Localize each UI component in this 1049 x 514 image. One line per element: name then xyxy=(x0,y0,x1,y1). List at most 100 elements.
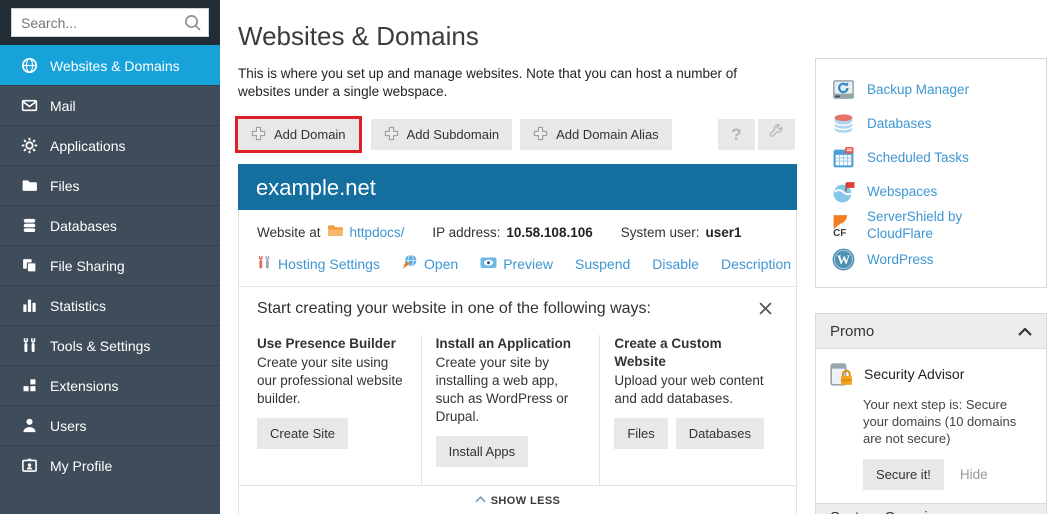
sidebar-item-label: Applications xyxy=(50,138,126,154)
system-overview-title: System Overview xyxy=(830,509,947,514)
create-option-presence-builder: Use Presence Builder Create your site us… xyxy=(257,335,421,485)
quick-links-panel: Backup Manager Databases Scheduled Tasks… xyxy=(815,58,1047,288)
sidebar-item-label: Users xyxy=(50,418,87,434)
show-less-toggle[interactable]: SHOW LESS xyxy=(239,485,796,514)
system-user-label: System user: xyxy=(621,225,700,240)
action-label: Suspend xyxy=(575,256,630,272)
sidebar-item-tools-settings[interactable]: Tools & Settings xyxy=(0,325,220,365)
wordpress-icon: W xyxy=(830,247,856,272)
open-link[interactable]: Open xyxy=(402,254,458,273)
sidebar-item-applications[interactable]: Applications xyxy=(0,125,220,165)
quicklink-databases[interactable]: Databases xyxy=(830,106,1032,140)
page-title: Websites & Domains xyxy=(238,21,797,52)
action-label: Hosting Settings xyxy=(278,256,380,272)
add-domain-button[interactable]: Add Domain xyxy=(238,119,359,150)
option-title: Install an Application xyxy=(436,335,586,353)
sidebar-item-label: Extensions xyxy=(50,378,118,394)
sidebar-item-files[interactable]: Files xyxy=(0,165,220,205)
suspend-link[interactable]: Suspend xyxy=(575,256,630,272)
quicklink-servershield[interactable]: CF ServerShield by CloudFlare xyxy=(830,208,1032,242)
preview-eye-icon xyxy=(480,255,497,273)
security-advisor-text: Your next step is: Secure your domains (… xyxy=(863,396,1034,447)
disable-link[interactable]: Disable xyxy=(652,256,699,272)
globe-icon xyxy=(20,57,38,75)
action-label: Preview xyxy=(503,256,553,272)
sidebar: Websites & Domains Mail Applications Fil… xyxy=(0,0,220,514)
sidebar-item-my-profile[interactable]: My Profile xyxy=(0,445,220,485)
quicklink-wordpress[interactable]: W WordPress xyxy=(830,242,1032,276)
search-input[interactable] xyxy=(12,9,208,36)
quicklink-label: Backup Manager xyxy=(867,81,969,98)
add-domain-alias-button[interactable]: Add Domain Alias xyxy=(520,119,672,150)
sidebar-item-label: Statistics xyxy=(50,298,106,314)
files-button[interactable]: Files xyxy=(614,418,667,449)
quicklink-label: WordPress xyxy=(867,251,934,268)
svg-text:CF: CF xyxy=(833,227,846,237)
search-icon[interactable] xyxy=(184,14,202,37)
system-overview-panel: System Overview xyxy=(815,503,1047,514)
quicklink-scheduled-tasks[interactable]: Scheduled Tasks xyxy=(830,140,1032,174)
action-label: Open xyxy=(424,256,458,272)
hide-link[interactable]: Hide xyxy=(960,467,988,482)
chevron-up-icon[interactable] xyxy=(1018,509,1032,514)
system-user-value: user1 xyxy=(706,225,742,240)
help-button[interactable]: ? xyxy=(718,119,755,150)
quicklink-label: Scheduled Tasks xyxy=(867,149,969,166)
promo-header[interactable]: Promo xyxy=(815,313,1047,349)
folder-icon xyxy=(20,177,38,195)
add-subdomain-button[interactable]: Add Subdomain xyxy=(371,119,513,150)
settings-button[interactable] xyxy=(758,119,795,150)
sidebar-item-users[interactable]: Users xyxy=(0,405,220,445)
sidebar-item-databases[interactable]: Databases xyxy=(0,205,220,245)
toolbar: Add Domain Add Subdomain Add Domain Alia… xyxy=(238,116,797,153)
option-title: Use Presence Builder xyxy=(257,335,407,353)
folder-icon xyxy=(327,223,344,241)
create-option-install-app: Install an Application Create your site … xyxy=(421,335,600,485)
action-label: Description xyxy=(721,256,791,272)
blocks-icon xyxy=(20,377,38,395)
databases-button[interactable]: Databases xyxy=(676,418,764,449)
chevron-up-icon xyxy=(475,495,491,507)
website-at-label: Website at xyxy=(257,225,321,240)
page-description: This is where you set up and manage webs… xyxy=(238,65,760,101)
add-domain-alias-label: Add Domain Alias xyxy=(556,127,659,142)
description-link[interactable]: Description xyxy=(721,256,791,272)
promo-title: Promo xyxy=(830,323,874,340)
sidebar-item-extensions[interactable]: Extensions xyxy=(0,365,220,405)
ip-label: IP address: xyxy=(432,225,500,240)
webspaces-icon xyxy=(830,180,856,203)
sidebar-item-file-sharing[interactable]: File Sharing xyxy=(0,245,220,285)
sidebar-item-label: Mail xyxy=(50,98,76,114)
quicklink-backup-manager[interactable]: Backup Manager xyxy=(830,72,1032,106)
domain-actions-row: Hosting Settings Open Preview Suspend Di… xyxy=(239,245,796,286)
system-overview-header[interactable]: System Overview xyxy=(815,503,1047,514)
sidebar-item-mail[interactable]: Mail xyxy=(0,85,220,125)
close-icon[interactable] xyxy=(755,300,776,322)
share-icon xyxy=(20,257,38,275)
plus-icon xyxy=(533,126,548,144)
chevron-up-icon[interactable] xyxy=(1018,323,1032,340)
secure-it-button[interactable]: Secure it! xyxy=(863,459,944,490)
ip-address: IP address: 10.58.108.106 xyxy=(432,225,592,240)
promo-panel: Promo Security Advisor Your next step is… xyxy=(815,313,1047,506)
quicklink-label: Webspaces xyxy=(867,183,937,200)
sidebar-item-websites-domains[interactable]: Websites & Domains xyxy=(0,45,220,85)
databases-icon xyxy=(830,112,856,135)
backup-manager-icon xyxy=(830,78,856,101)
gear-icon xyxy=(20,137,38,155)
option-text: Create your site by installing a web app… xyxy=(436,354,586,426)
hosting-settings-link[interactable]: Hosting Settings xyxy=(257,255,380,273)
main-content: Websites & Domains This is where you set… xyxy=(238,0,797,514)
domain-info-row: Website at httpdocs/ IP address: 10.58.1… xyxy=(239,210,796,245)
preview-link[interactable]: Preview xyxy=(480,255,553,273)
sidebar-item-label: Websites & Domains xyxy=(50,58,180,74)
httpdocs-link[interactable]: httpdocs/ xyxy=(350,225,405,240)
install-apps-button[interactable]: Install Apps xyxy=(436,436,529,467)
scheduled-tasks-icon xyxy=(830,146,856,169)
sidebar-item-statistics[interactable]: Statistics xyxy=(0,285,220,325)
ip-value: 10.58.108.106 xyxy=(506,225,592,240)
create-site-button[interactable]: Create Site xyxy=(257,418,348,449)
promo-body: Security Advisor Your next step is: Secu… xyxy=(815,349,1047,506)
quicklink-webspaces[interactable]: Webspaces xyxy=(830,174,1032,208)
database-icon xyxy=(20,217,38,235)
